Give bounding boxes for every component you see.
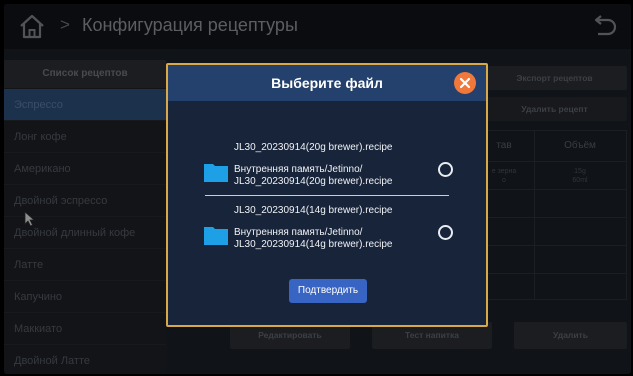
folder-icon xyxy=(204,227,228,245)
file-picker-dialog: Выберите файл JL30_20230914(20g brewer).… xyxy=(166,63,488,327)
dialog-header: Выберите файл xyxy=(168,65,486,101)
file-radio[interactable] xyxy=(438,225,453,240)
file-path: Внутренняя память/Jetinno/ JL30_20230914… xyxy=(234,164,393,187)
file-radio[interactable] xyxy=(438,162,453,177)
file-path: Внутренняя память/Jetinno/ JL30_20230914… xyxy=(234,227,393,250)
file-item[interactable]: JL30_20230914(14g brewer).recipe Внутрен… xyxy=(168,201,486,263)
close-icon xyxy=(459,77,471,89)
confirm-button[interactable]: Подтвердить xyxy=(289,279,367,303)
screen: > Конфигурация рецептуры Список рецептов… xyxy=(4,4,631,374)
file-name: JL30_20230914(14g brewer).recipe xyxy=(234,205,393,216)
divider xyxy=(205,195,449,196)
file-name: JL30_20230914(20g brewer).recipe xyxy=(234,142,393,153)
close-button[interactable] xyxy=(454,72,476,94)
file-item[interactable]: JL30_20230914(20g brewer).recipe Внутрен… xyxy=(168,138,486,200)
folder-icon xyxy=(204,164,228,182)
dialog-title: Выберите файл xyxy=(271,75,383,91)
